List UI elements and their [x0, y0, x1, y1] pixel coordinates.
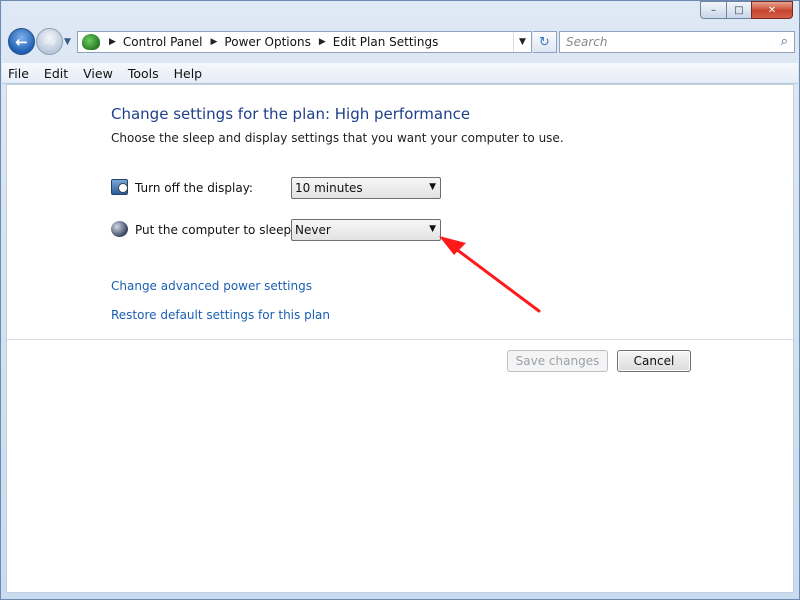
search-placeholder: Search — [566, 35, 608, 49]
control-panel-icon — [82, 34, 100, 50]
page-title: Change settings for the plan: High perfo… — [111, 105, 471, 123]
breadcrumb-separator-icon[interactable]: ▶ — [319, 37, 326, 47]
display-timeout-value: 10 minutes — [295, 181, 363, 195]
breadcrumb-control-panel[interactable]: Control Panel — [123, 35, 203, 49]
chevron-down-icon: ▼ — [429, 224, 436, 234]
recent-pages-dropdown-icon[interactable]: ▼ — [64, 37, 71, 47]
display-setting-row: Turn off the display: 10 minutes ▼ — [111, 177, 451, 201]
maximize-button[interactable]: □ — [726, 1, 751, 19]
advanced-power-settings-link[interactable]: Change advanced power settings — [111, 279, 312, 293]
breadcrumb-separator-icon[interactable]: ▶ — [211, 37, 218, 47]
explorer-window: – □ ✕ ← → ▼ ▶ Control Panel ▶ Power Opti… — [0, 0, 800, 600]
menu-edit[interactable]: Edit — [44, 66, 68, 81]
save-changes-button[interactable]: Save changes — [507, 350, 608, 372]
forward-button[interactable]: → — [36, 28, 63, 55]
sleep-timeout-value: Never — [295, 223, 331, 237]
chevron-down-icon: ▼ — [429, 182, 436, 192]
address-bar[interactable]: ▶ Control Panel ▶ Power Options ▶ Edit P… — [77, 31, 532, 53]
sleep-setting-label: Put the computer to sleep: — [135, 223, 296, 237]
content-pane: Change settings for the plan: High perfo… — [6, 84, 794, 593]
back-button[interactable]: ← — [8, 28, 35, 55]
address-dropdown-icon[interactable]: ▼ — [513, 32, 531, 52]
display-setting-label: Turn off the display: — [135, 181, 253, 195]
close-button[interactable]: ✕ — [751, 1, 793, 19]
divider — [7, 339, 793, 340]
page-subtitle: Choose the sleep and display settings th… — [111, 131, 564, 145]
breadcrumb-edit-plan-settings[interactable]: Edit Plan Settings — [333, 35, 439, 49]
sleep-setting-row: Put the computer to sleep: Never ▼ — [111, 219, 451, 243]
display-timeout-select[interactable]: 10 minutes ▼ — [291, 177, 441, 199]
menu-help[interactable]: Help — [174, 66, 203, 81]
refresh-button[interactable]: ↻ — [533, 31, 557, 53]
breadcrumb-power-options[interactable]: Power Options — [224, 35, 310, 49]
cancel-button[interactable]: Cancel — [617, 350, 691, 372]
display-clock-icon — [111, 179, 128, 195]
breadcrumb-separator-icon[interactable]: ▶ — [109, 37, 116, 47]
menu-view[interactable]: View — [83, 66, 113, 81]
moon-sleep-icon — [111, 221, 128, 237]
menu-tools[interactable]: Tools — [128, 66, 159, 81]
restore-defaults-link[interactable]: Restore default settings for this plan — [111, 308, 330, 322]
sleep-timeout-select[interactable]: Never ▼ — [291, 219, 441, 241]
search-icon[interactable]: ⌕ — [781, 34, 788, 49]
search-input[interactable]: Search ⌕ — [559, 31, 795, 53]
minimize-button[interactable]: – — [700, 1, 726, 19]
caption-buttons: – □ ✕ — [700, 1, 793, 19]
navigation-bar: ← → ▼ ▶ Control Panel ▶ Power Options ▶ … — [7, 28, 795, 56]
menu-file[interactable]: File — [8, 66, 29, 81]
menu-bar: File Edit View Tools Help — [2, 63, 798, 84]
